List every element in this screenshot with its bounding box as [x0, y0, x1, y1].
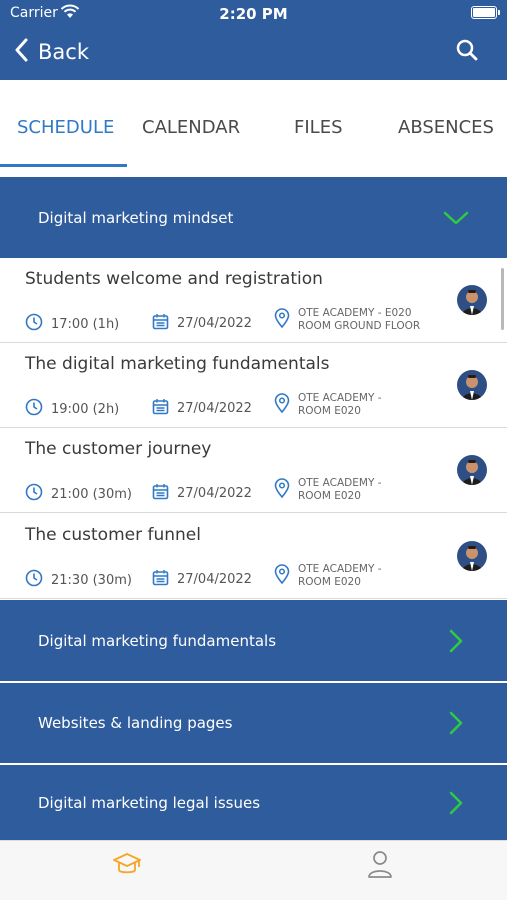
avatar: [457, 541, 487, 571]
tab-bar: SCHEDULE CALENDAR FILES ABSENCES: [0, 80, 507, 177]
section-title: Websites & landing pages: [38, 714, 233, 732]
session-row[interactable]: Students welcome and registration 17:00 …: [0, 258, 507, 343]
clock-icon: [25, 483, 43, 505]
clock-icon: [25, 313, 43, 335]
chevron-right-icon: [443, 790, 469, 816]
chevron-right-icon: [443, 710, 469, 736]
location-text: OTE ACADEMY - ROOM E020: [298, 392, 382, 417]
battery-icon: [471, 6, 500, 19]
active-tab-indicator: [0, 164, 127, 167]
graduation-cap-icon: [112, 851, 142, 881]
session-location: OTE ACADEMY - E020 ROOM GROUND FLOOR: [274, 307, 433, 333]
section-header[interactable]: Digital marketing fundamentals: [0, 600, 507, 681]
session-row[interactable]: The customer journey 21:00 (30m) 27/04/2…: [0, 428, 507, 513]
session-location: OTE ACADEMY - ROOM E020: [274, 477, 433, 503]
calendar-icon: [152, 483, 169, 504]
session-title: The customer journey: [25, 439, 212, 459]
session-date: 27/04/2022: [152, 569, 252, 590]
bottom-nav: [0, 840, 507, 900]
session-date-text: 27/04/2022: [177, 401, 252, 416]
location-pin-icon: [274, 393, 290, 417]
session-row[interactable]: The digital marketing fundamentals 19:00…: [0, 343, 507, 428]
search-icon: [456, 39, 478, 65]
section-header-expanded[interactable]: Digital marketing mindset: [0, 177, 507, 258]
status-bar: Carrier 2:20 PM: [0, 0, 507, 28]
session-title: The digital marketing fundamentals: [25, 354, 330, 374]
section-header[interactable]: Websites & landing pages: [0, 683, 507, 763]
scrollbar[interactable]: [501, 268, 504, 330]
session-time: 21:30 (30m): [25, 569, 132, 591]
session-title: The customer funnel: [25, 525, 201, 545]
back-label: Back: [38, 40, 89, 64]
tab-calendar[interactable]: CALENDAR: [142, 117, 240, 138]
bottom-tab-courses[interactable]: [112, 851, 142, 881]
tab-absences[interactable]: ABSENCES: [398, 117, 494, 138]
session-time-text: 21:30 (30m): [51, 572, 132, 588]
session-date: 27/04/2022: [152, 313, 252, 334]
chevron-right-icon: [443, 628, 469, 654]
back-button[interactable]: Back: [14, 36, 89, 68]
location-text: OTE ACADEMY - ROOM E020: [298, 477, 382, 502]
location-text: OTE ACADEMY - E020 ROOM GROUND FLOOR: [298, 307, 421, 332]
location-pin-icon: [274, 564, 290, 588]
section-title: Digital marketing legal issues: [38, 793, 261, 812]
session-date-text: 27/04/2022: [177, 486, 252, 501]
section-title: Digital marketing mindset: [38, 208, 234, 227]
session-time-text: 17:00 (1h): [51, 316, 120, 332]
calendar-icon: [152, 569, 169, 590]
search-button[interactable]: [453, 38, 481, 66]
session-time-text: 21:00 (30m): [51, 486, 132, 502]
avatar: [457, 455, 487, 485]
session-date: 27/04/2022: [152, 483, 252, 504]
location-text: OTE ACADEMY - ROOM E020: [298, 563, 382, 588]
bottom-tab-profile[interactable]: [365, 851, 395, 881]
tab-schedule[interactable]: SCHEDULE: [17, 117, 114, 138]
clock: 2:20 PM: [219, 5, 288, 23]
tab-files[interactable]: FILES: [294, 117, 343, 138]
session-time: 17:00 (1h): [25, 313, 119, 335]
avatar: [457, 370, 487, 400]
session-date-text: 27/04/2022: [177, 572, 252, 587]
session-title: Students welcome and registration: [25, 269, 323, 289]
calendar-icon: [152, 398, 169, 419]
profile-icon: [367, 850, 393, 882]
session-row[interactable]: The customer funnel 21:30 (30m) 27/04/20…: [0, 514, 507, 599]
clock-icon: [25, 398, 43, 420]
session-time-text: 19:00 (2h): [51, 401, 120, 417]
location-pin-icon: [274, 478, 290, 502]
session-time: 21:00 (30m): [25, 483, 132, 505]
session-location: OTE ACADEMY - ROOM E020: [274, 563, 433, 589]
clock-icon: [25, 569, 43, 591]
session-location: OTE ACADEMY - ROOM E020: [274, 392, 433, 418]
session-date-text: 27/04/2022: [177, 316, 252, 331]
avatar: [457, 285, 487, 315]
session-date: 27/04/2022: [152, 398, 252, 419]
chevron-down-icon: [443, 205, 469, 231]
location-pin-icon: [274, 308, 290, 332]
calendar-icon: [152, 313, 169, 334]
section-header[interactable]: Digital marketing legal issues: [0, 765, 507, 840]
app-header: Carrier 2:20 PM Back: [0, 0, 507, 80]
chevron-left-icon: [14, 38, 28, 66]
session-time: 19:00 (2h): [25, 398, 119, 420]
section-title: Digital marketing fundamentals: [38, 631, 277, 650]
